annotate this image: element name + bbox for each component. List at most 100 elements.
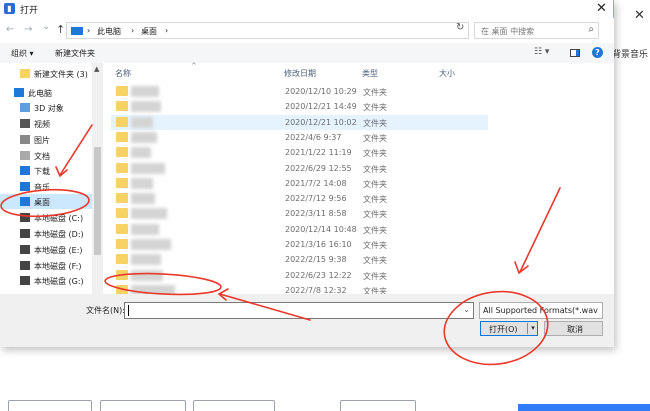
open-split-dropdown-icon[interactable]: ▾	[527, 323, 538, 334]
type-cell: 文件夹	[363, 164, 387, 174]
sort-indicator-icon: ^	[191, 62, 197, 70]
new-folder-button[interactable]: 新建文件夹	[55, 48, 95, 59]
background-primary-button[interactable]	[518, 404, 650, 411]
tree-item-1[interactable]: 新建文件夹 (3)	[0, 66, 92, 81]
file-row[interactable]: 2021/1/22 11:19 文件夹	[111, 145, 486, 160]
tree-item-6[interactable]: 文档	[0, 148, 92, 163]
background-button[interactable]	[340, 400, 416, 411]
background-button[interactable]	[100, 400, 186, 411]
help-icon[interactable]: ?	[592, 47, 603, 58]
folder-icon	[116, 193, 128, 204]
file-name-label: 文件名(N):	[86, 306, 125, 315]
redacted-name	[131, 101, 161, 113]
breadcrumb-separator: ›	[131, 26, 135, 35]
dialog-title: 打开	[20, 6, 39, 16]
navigation-pane: 新建文件夹 (3) 此电脑 3D 对象 视频 图片 文档下载音乐 桌面本地磁盘 (C:) 本地…	[0, 63, 103, 294]
folder-icon	[116, 131, 128, 142]
folder-icon	[116, 269, 128, 280]
music-icon	[20, 182, 30, 191]
folder-icon	[116, 162, 128, 173]
recent-locations-chevron-icon[interactable]: ⌄	[42, 21, 50, 32]
background-music-label[interactable]: 背景音乐	[612, 47, 648, 60]
up-arrow-icon[interactable]: ↑	[56, 23, 65, 36]
file-row[interactable]: 2020/12/10 10:29 文件夹	[111, 84, 486, 99]
file-row[interactable]: 2020/12/21 14:49 文件夹	[111, 99, 486, 114]
tree-item-12[interactable]: 本地磁盘 (E:)	[0, 242, 92, 257]
modified-cell: 2020/12/21 14:49	[285, 102, 357, 112]
refresh-icon[interactable]: ↻	[456, 22, 464, 33]
tree-item-14[interactable]: 本地磁盘 (G:)	[0, 273, 92, 288]
tree-item-label: 本地磁盘 (C:)	[34, 214, 84, 223]
breadcrumb-this-pc[interactable]: 此电脑	[97, 26, 121, 37]
open-button[interactable]: 打开(O) ▾	[480, 321, 538, 336]
tree-item-11[interactable]: 本地磁盘 (D:)	[0, 226, 92, 241]
breadcrumb-separator: ›	[87, 26, 91, 35]
tree-item-label: 新建文件夹 (3)	[34, 70, 88, 79]
address-bar[interactable]: › 此电脑 › 桌面 › ⌄	[66, 22, 511, 39]
tree-item-5[interactable]: 图片	[0, 132, 92, 147]
tree-item-2[interactable]: 此电脑	[0, 85, 92, 100]
search-icon[interactable]: ⌕	[588, 24, 594, 35]
modified-cell: 2022/6/23 12:22	[285, 270, 352, 280]
file-row[interactable]: 2021/7/2 14:08 文件夹	[111, 176, 486, 191]
file-row[interactable]: 2022/2/15 9:38 文件夹	[111, 252, 486, 267]
open-file-dialog: ▮ 打开 ✕ ← → ⌄ ↑ › 此电脑 › 桌面 › ⌄ ↻ 在 桌面 中搜索…	[0, 0, 614, 347]
file-name-dropdown-icon[interactable]: ⌄	[463, 305, 470, 314]
documents-icon	[20, 151, 30, 160]
redacted-name	[131, 223, 159, 235]
back-arrow-icon[interactable]: ←	[6, 24, 14, 35]
file-row[interactable]: 2022/7/12 9:56 文件夹	[111, 191, 486, 206]
tree-item-3[interactable]: 3D 对象	[0, 100, 92, 115]
tree-item-label: 本地磁盘 (E:)	[34, 246, 83, 255]
type-cell: 文件夹	[363, 88, 387, 97]
tree-item-10[interactable]: 本地磁盘 (C:)	[0, 210, 92, 225]
file-row[interactable]: 2022/6/23 12:22 文件夹	[111, 268, 486, 283]
redacted-name	[131, 193, 155, 205]
redacted-name	[131, 269, 163, 281]
tree-item-8[interactable]: 音乐	[0, 179, 92, 194]
column-header-modified[interactable]: 修改日期	[284, 68, 316, 79]
forward-arrow-icon[interactable]: →	[24, 24, 32, 35]
file-row[interactable]: 2022/4/6 9:37 文件夹	[111, 130, 486, 145]
column-header-name[interactable]: 名称	[115, 68, 131, 79]
tree-scrollbar[interactable]: ▲	[92, 63, 103, 294]
breadcrumb-separator: ›	[165, 26, 169, 35]
tree-item-13[interactable]: 本地磁盘 (F:)	[0, 258, 92, 273]
tree-item-7[interactable]: 下载	[0, 163, 92, 178]
redacted-name	[131, 131, 157, 143]
file-row[interactable]: 2020/12/21 10:02 文件夹	[111, 114, 488, 130]
background-button[interactable]	[8, 400, 92, 411]
preview-pane-icon[interactable]	[570, 49, 580, 57]
search-input[interactable]: 在 桌面 中搜索 ⌕	[474, 22, 599, 39]
type-cell: 文件夹	[363, 271, 387, 281]
file-row[interactable]: 2020/12/14 10:48 文件夹	[111, 222, 486, 237]
scroll-up-icon[interactable]: ▲	[94, 65, 99, 73]
tree-item-label: 下载	[34, 167, 50, 176]
file-name-input[interactable]: ⌄	[124, 302, 474, 319]
downloads-icon	[20, 166, 30, 175]
breadcrumb-desktop[interactable]: 桌面	[141, 26, 157, 37]
computer-icon	[14, 88, 24, 97]
type-cell: 文件夹	[363, 179, 387, 189]
scrollbar-thumb[interactable]	[94, 147, 101, 255]
text-caret	[128, 305, 129, 316]
type-cell: 文件夹	[363, 241, 387, 250]
file-row[interactable]: 2022/6/29 12:55 文件夹	[111, 161, 486, 176]
file-type-select[interactable]: All Supported Formats(*.wav	[479, 302, 603, 319]
drive-icon	[20, 261, 30, 270]
column-header-size[interactable]: 大小	[439, 68, 455, 79]
modified-cell: 2022/4/6 9:37	[285, 132, 342, 142]
change-view-icon[interactable]: ☷ ▾	[534, 47, 549, 57]
modified-cell: 2022/3/11 8:58	[285, 209, 347, 219]
background-button[interactable]	[193, 400, 275, 411]
tree-item-9[interactable]: 桌面	[0, 194, 92, 209]
organize-button[interactable]: 组织 ▾	[11, 48, 34, 59]
close-icon[interactable]: ✕	[596, 1, 607, 16]
column-header-type[interactable]: 类型	[362, 68, 378, 79]
file-row[interactable]: 2022/3/11 8:58 文件夹	[111, 206, 486, 221]
tree-item-4[interactable]: 视频	[0, 116, 92, 131]
background-close-icon[interactable]: ✕	[634, 8, 645, 23]
cancel-button[interactable]: 取消	[544, 321, 603, 336]
3d-objects-icon	[20, 103, 30, 112]
file-row[interactable]: 2021/3/16 16:10 文件夹	[111, 237, 486, 252]
